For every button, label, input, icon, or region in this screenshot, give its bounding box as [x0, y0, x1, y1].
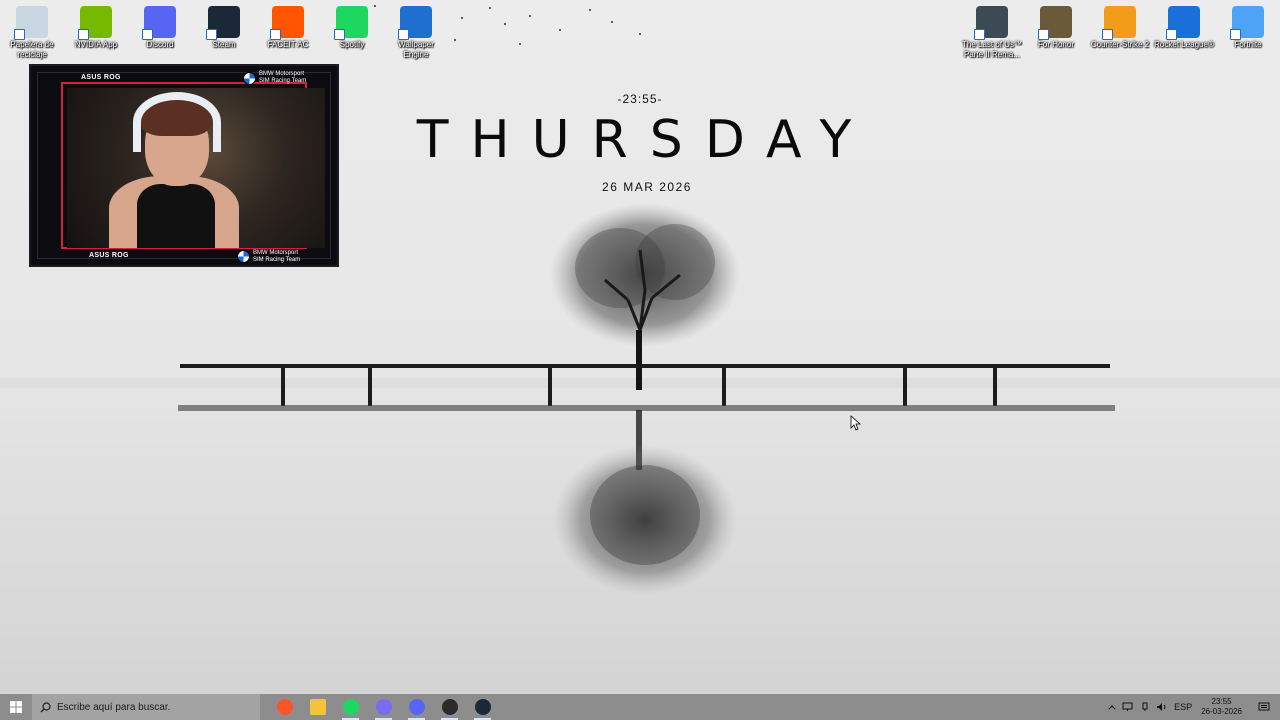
desktop-shortcut-label: For Honor: [1037, 40, 1074, 49]
sponsor-bottom: BMW Motorsport SIM Racing Team: [253, 250, 301, 263]
file-explorer-icon: [309, 699, 326, 715]
desktop-shortcut-label: Counter-Strike 2: [1090, 40, 1150, 49]
desktop-shortcut[interactable]: Papelera de reciclaje: [1, 2, 63, 60]
spotify-icon: [334, 6, 368, 40]
tree: [550, 203, 740, 390]
rog-brand-top: ASUS ROG: [81, 74, 121, 81]
bmw-logo-icon: [243, 72, 256, 85]
bmw-logo-bottom-icon: [237, 250, 250, 263]
desktop-shortcut[interactable]: Discord: [129, 2, 191, 50]
widget-date: 26 MAR 2026: [602, 180, 692, 194]
rocket-league-icon: [1166, 6, 1200, 40]
desktop-shortcut-label: Papelera de reciclaje: [10, 40, 54, 59]
desktop-shortcut[interactable]: For Honor: [1025, 2, 1087, 50]
steam-taskbar-icon: [474, 699, 491, 715]
discord-icon: [142, 6, 176, 40]
widget-time: -23:55-: [617, 92, 663, 106]
tray-overflow-chevron-icon[interactable]: [1105, 694, 1119, 720]
taskbar: Escribe aquí para buscar. ESP 23:55 26-0…: [0, 694, 1280, 720]
desktop-shortcut[interactable]: The Last of Us™ Parte II Rema...: [961, 2, 1023, 60]
shortcut-arrow-icon: [1230, 29, 1241, 40]
desktop-shortcut[interactable]: Wallpaper Engine: [385, 2, 447, 60]
gaming-app-icon: [375, 699, 392, 715]
taskbar-app-button[interactable]: [466, 694, 499, 720]
desktop-shortcut[interactable]: Spotify: [321, 2, 383, 50]
desktop-shortcut[interactable]: Rocket League®: [1153, 2, 1215, 50]
shortcut-arrow-icon: [78, 29, 89, 40]
rog-brand-bottom: ASUS ROG: [89, 252, 129, 259]
tree-reflection: [553, 410, 737, 595]
desktop-shortcut[interactable]: NVIDIA App: [65, 2, 127, 50]
widget-day: THURSDAY: [416, 110, 874, 170]
shortcut-arrow-icon: [270, 29, 281, 40]
steam-icon: [206, 6, 240, 40]
eject-device-icon[interactable]: [1137, 694, 1153, 720]
taskbar-app-button[interactable]: [334, 694, 367, 720]
desktop-shortcut[interactable]: Counter-Strike 2: [1089, 2, 1151, 50]
taskbar-app-button[interactable]: [400, 694, 433, 720]
for-honor-icon: [1038, 6, 1072, 40]
notification-center-icon[interactable]: [1248, 694, 1280, 720]
taskbar-clock-time: 23:55: [1211, 697, 1232, 706]
taskbar-search-box[interactable]: Escribe aquí para buscar.: [32, 694, 260, 720]
desktop-shortcut[interactable]: Fortnite: [1217, 2, 1279, 50]
desktop-shortcut[interactable]: FACEIT AC: [257, 2, 319, 50]
shortcut-arrow-icon: [1102, 29, 1113, 40]
faceit-ac-icon: [270, 6, 304, 40]
fortnite-icon: [1230, 6, 1264, 40]
desktop-shortcut-label: Rocket League®: [1154, 40, 1214, 49]
shortcut-arrow-icon: [142, 29, 153, 40]
taskbar-clock-date: 26-03-2026: [1201, 707, 1242, 716]
language-indicator[interactable]: ESP: [1171, 694, 1195, 720]
windows-logo-icon: [10, 701, 22, 713]
desktop-shortcut[interactable]: Steam: [193, 2, 255, 50]
wallpaper-engine-icon: [398, 6, 432, 40]
taskbar-app-button[interactable]: [268, 694, 301, 720]
search-icon: [40, 701, 51, 712]
volume-icon[interactable]: [1153, 694, 1171, 720]
search-placeholder: Escribe aquí para buscar.: [57, 701, 171, 713]
discord-taskbar-icon: [408, 699, 425, 715]
taskbar-app-button[interactable]: [367, 694, 400, 720]
shortcut-arrow-icon: [398, 29, 409, 40]
taskbar-app-button[interactable]: [433, 694, 466, 720]
brave-icon: [276, 699, 293, 715]
spotify-taskbar-icon: [342, 699, 359, 715]
desktop-shortcut-label: Fortnite: [1234, 40, 1262, 49]
desktop-shortcut-label: Spotify: [339, 40, 365, 49]
nvidia-app-icon: [78, 6, 112, 40]
taskbar-clock[interactable]: 23:55 26-03-2026: [1195, 697, 1248, 717]
taskbar-app-button[interactable]: [301, 694, 334, 720]
sponsor-top: BMW Motorsport SIM Racing Team: [259, 71, 307, 84]
desktop-shortcut-label: Discord: [146, 40, 174, 49]
network-icon[interactable]: [1119, 694, 1137, 720]
desktop-shortcut-label: NVIDIA App: [74, 40, 118, 49]
the-last-of-us-icon: [974, 6, 1008, 40]
recycle-bin-icon: [14, 6, 48, 40]
counter-strike-2-icon: [1102, 6, 1136, 40]
shortcut-arrow-icon: [206, 29, 217, 40]
shortcut-arrow-icon: [334, 29, 345, 40]
start-button[interactable]: [0, 694, 32, 720]
shortcut-arrow-icon: [974, 29, 985, 40]
shortcut-arrow-icon: [1038, 29, 1049, 40]
system-tray: ESP 23:55 26-03-2026: [1105, 694, 1280, 720]
desktop-shortcut-label: The Last of Us™ Parte II Rema...: [961, 40, 1023, 59]
shortcut-arrow-icon: [14, 29, 25, 40]
desktop-shortcut-label: Steam: [212, 40, 236, 49]
desktop-shortcut-label: Wallpaper Engine: [398, 40, 434, 59]
mouse-cursor: [850, 415, 862, 431]
obs-icon: [441, 699, 458, 715]
desktop-shortcut-label: FACEIT AC: [267, 40, 309, 49]
shortcut-arrow-icon: [1166, 29, 1177, 40]
